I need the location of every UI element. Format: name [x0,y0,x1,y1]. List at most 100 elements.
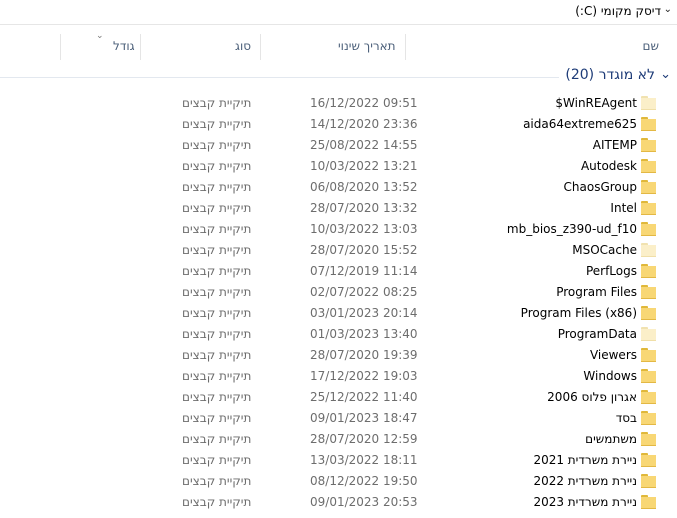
file-row[interactable]: משתמשים 28/07/2020 12:59 תיקיית קבצים [0,429,677,450]
file-name[interactable]: ניירת משרדית 2021 [533,450,637,471]
file-list: $WinREAgent 16/12/2022 09:51 תיקיית קבצים a… [0,93,677,513]
file-row[interactable]: Program Files 02/07/2022 08:25 תיקיית קבצי… [0,282,677,303]
file-name[interactable]: ניירת משרדית 2022 [533,471,637,492]
file-name[interactable]: ChaosGroup [564,177,637,198]
file-name[interactable]: Program Files (x86) [521,303,637,324]
file-date-modified: 13/03/2022 18:11 [310,453,418,467]
file-type: תיקיית קבצים [182,264,252,278]
folder-hidden-icon [641,327,656,341]
sort-chevron-icon: ⌄ [96,31,104,41]
file-row[interactable]: mb_bios_z390-ud_f10 10/03/2022 13:03 תיקיי… [0,219,677,240]
file-type: תיקיית קבצים [182,243,252,257]
file-name[interactable]: משתמשים [585,429,637,450]
file-name[interactable]: בסד [616,408,637,429]
column-header-date[interactable]: תאריך שינוי [338,32,396,60]
folder-icon [641,138,656,152]
file-row[interactable]: ProgramData 01/03/2023 13:40 תיקיית קבצים [0,324,677,345]
folder-icon [641,390,656,404]
file-date-modified: 07/12/2019 11:14 [310,264,418,278]
file-row[interactable]: בסד 09/01/2023 18:47 תיקיית קבצים [0,408,677,429]
file-date-modified: 28/07/2020 12:59 [310,432,418,446]
file-row[interactable]: ניירת משרדית 2021 13/03/2022 18:11 תיקיית … [0,450,677,471]
file-row[interactable]: Viewers 28/07/2020 19:39 תיקיית קבצים [0,345,677,366]
file-type: תיקיית קבצים [182,327,252,341]
file-date-modified: 10/03/2022 13:21 [310,159,418,173]
file-type: תיקיית קבצים [182,159,252,173]
file-date-modified: 16/12/2022 09:51 [310,96,418,110]
file-date-modified: 28/07/2020 19:39 [310,348,418,362]
file-type: תיקיית קבצים [182,411,252,425]
file-type: תיקיית קבצים [182,390,252,404]
file-name[interactable]: Intel [610,198,637,219]
file-row[interactable]: אגרון פלוס 2006 25/12/2022 11:40 תיקיית קב… [0,387,677,408]
file-row[interactable]: AITEMP 25/08/2022 14:55 תיקיית קבצים [0,135,677,156]
file-row[interactable]: PerfLogs 07/12/2019 11:14 תיקיית קבצים [0,261,677,282]
file-date-modified: 01/03/2023 13:40 [310,327,418,341]
file-type: תיקיית קבצים [182,369,252,383]
file-name[interactable]: Program Files [556,282,637,303]
file-date-modified: 02/07/2022 08:25 [310,285,418,299]
file-type: תיקיית קבצים [182,201,252,215]
file-row[interactable]: Intel 28/07/2020 13:32 תיקיית קבצים [0,198,677,219]
column-header-type[interactable]: סוג [235,32,251,60]
chevron-down-icon[interactable]: ⌄ [664,4,672,15]
file-row[interactable]: Windows 17/12/2022 19:03 תיקיית קבצים [0,366,677,387]
file-date-modified: 03/01/2023 20:14 [310,306,418,320]
file-name[interactable]: mb_bios_z390-ud_f10 [507,219,637,240]
file-name[interactable]: Windows [583,366,637,387]
file-row[interactable]: ChaosGroup 06/08/2020 13:52 תיקיית קבצים [0,177,677,198]
column-divider[interactable] [60,34,61,60]
column-header-row: שם תאריך שינוי סוג ⌄ גודל [0,32,677,60]
title-bar: ⌄ דיסק מקומי (C:) [0,0,677,25]
file-type: תיקיית קבצים [182,453,252,467]
file-name[interactable]: AITEMP [593,135,637,156]
file-row[interactable]: Autodesk 10/03/2022 13:21 תיקיית קבצים [0,156,677,177]
column-header-name[interactable]: שם [643,32,659,60]
file-row[interactable]: MSOCache 28/07/2020 15:52 תיקיית קבצים [0,240,677,261]
file-name[interactable]: aida64extreme625 [523,114,637,135]
file-row[interactable]: aida64extreme625 14/12/2020 23:36 תיקיית ק… [0,114,677,135]
file-name[interactable]: ניירת משרדית 2023 [533,492,637,513]
folder-icon [641,264,656,278]
chevron-down-icon[interactable]: ⌄ [660,67,671,82]
file-type: תיקיית קבצים [182,432,252,446]
file-name[interactable]: Viewers [590,345,637,366]
file-name[interactable]: אגרון פלוס 2006 [547,387,637,408]
column-divider[interactable] [405,34,406,60]
column-divider[interactable] [260,34,261,60]
folder-icon [641,201,656,215]
file-row[interactable]: ניירת משרדית 2023 09/01/2023 20:53 תיקיית … [0,492,677,513]
file-row[interactable]: ניירת משרדית 2022 08/12/2022 19:50 תיקיית … [0,471,677,492]
file-type: תיקיית קבצים [182,117,252,131]
file-type: תיקיית קבצים [182,180,252,194]
column-divider[interactable] [140,34,141,60]
file-row[interactable]: $WinREAgent 16/12/2022 09:51 תיקיית קבצים [0,93,677,114]
file-type: תיקיית קבצים [182,138,252,152]
file-type: תיקיית קבצים [182,306,252,320]
file-date-modified: 25/08/2022 14:55 [310,138,418,152]
folder-icon [641,411,656,425]
file-name[interactable]: $WinREAgent [555,93,637,114]
file-name[interactable]: PerfLogs [586,261,637,282]
file-type: תיקיית קבצים [182,348,252,362]
file-date-modified: 28/07/2020 13:32 [310,201,418,215]
file-name[interactable]: Autodesk [581,156,637,177]
file-type: תיקיית קבצים [182,495,252,509]
folder-hidden-icon [641,96,656,110]
folder-icon [641,495,656,509]
file-name[interactable]: ProgramData [558,324,637,345]
file-date-modified: 25/12/2022 11:40 [310,390,418,404]
window-title: דיסק מקומי (C:) [575,4,661,18]
group-header[interactable]: ⌄ לא מוגדר (20) [0,66,677,88]
folder-icon [641,432,656,446]
folder-icon [641,180,656,194]
file-row[interactable]: Program Files (x86) 03/01/2023 20:14 תיקיי… [0,303,677,324]
file-name[interactable]: MSOCache [572,240,637,261]
folder-icon [641,159,656,173]
folder-icon [641,369,656,383]
file-type: תיקיית קבצים [182,96,252,110]
file-date-modified: 09/01/2023 20:53 [310,495,418,509]
column-header-size[interactable]: גודל [113,32,135,60]
file-type: תיקיית קבצים [182,222,252,236]
folder-icon [641,474,656,488]
